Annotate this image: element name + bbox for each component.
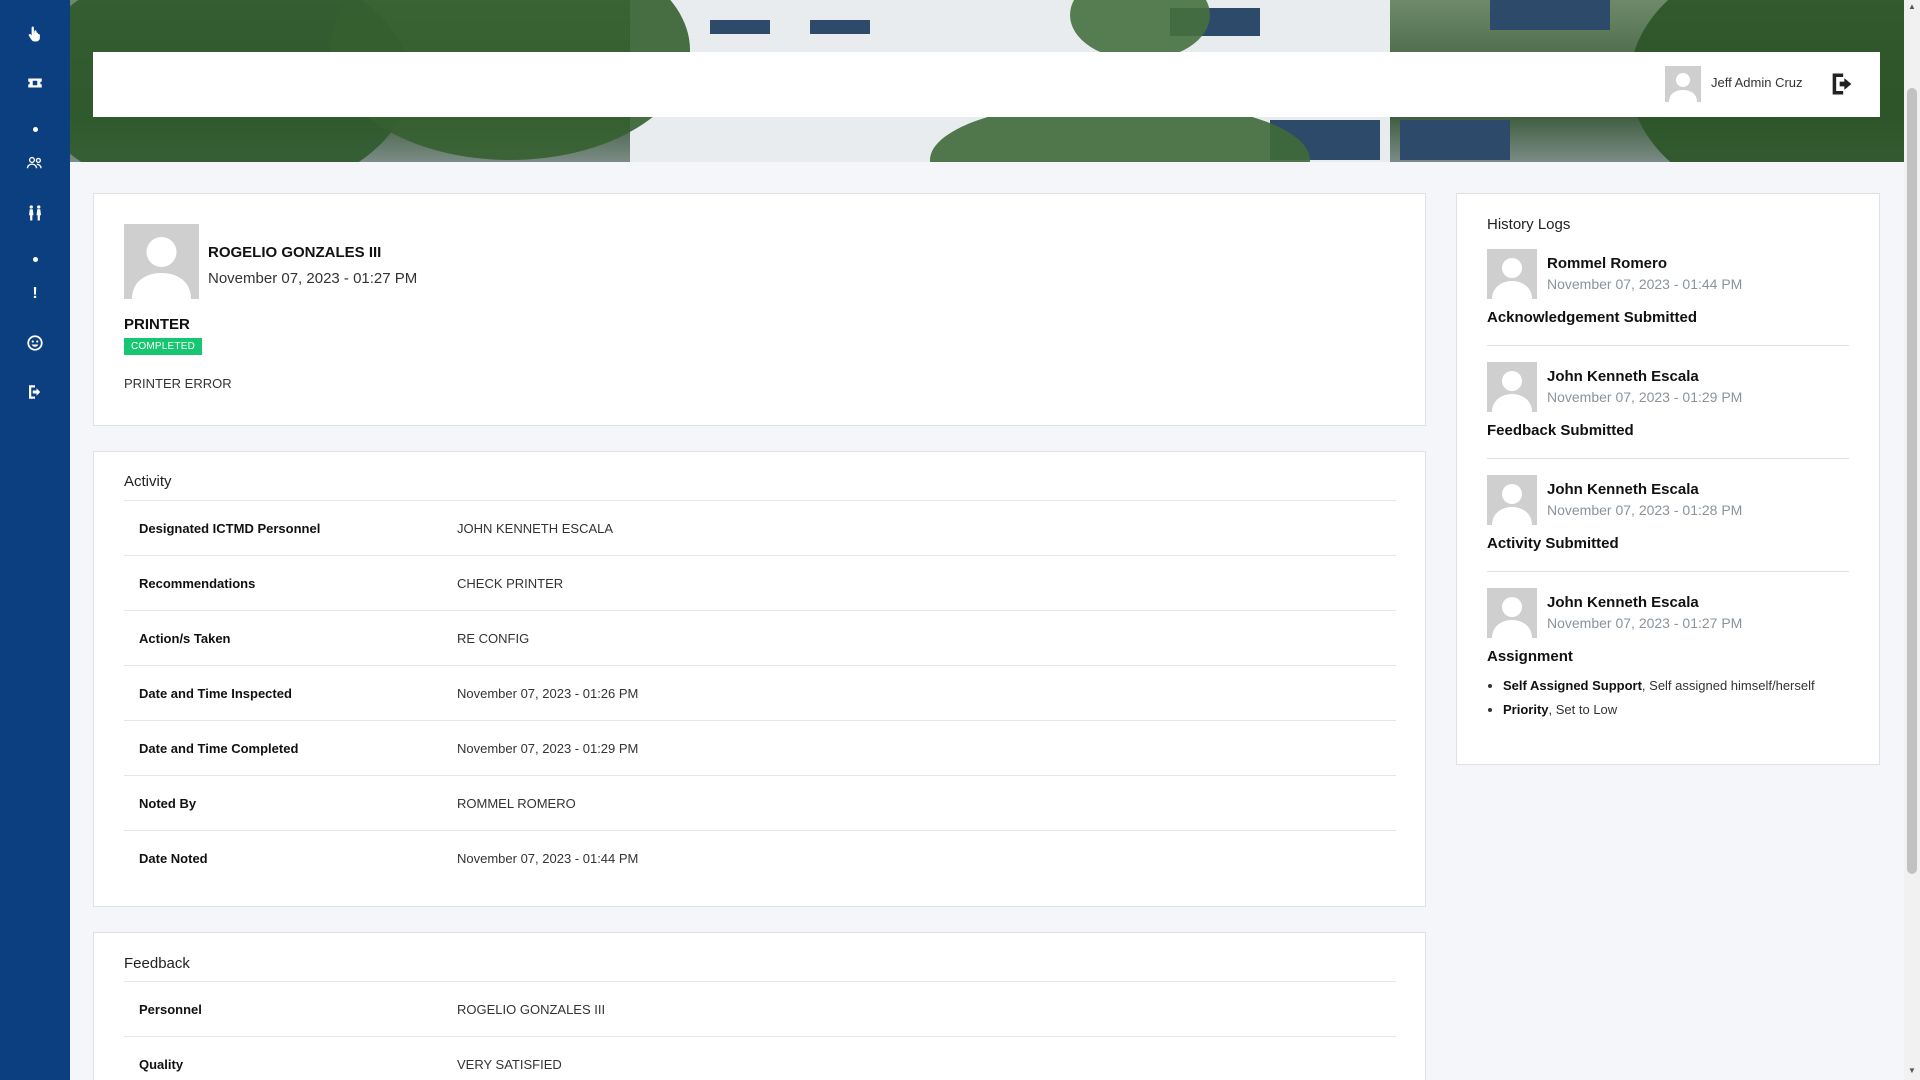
table-row: Personnel ROGELIO GONZALES III: [124, 981, 1396, 1036]
history-avatar: [1487, 362, 1537, 412]
table-row: Quality VERY SATISFIED: [124, 1036, 1396, 1080]
detail-key: Self Assigned Support: [1503, 678, 1642, 693]
divider: [1487, 345, 1849, 346]
history-avatar: [1487, 475, 1537, 525]
restroom-icon[interactable]: [0, 193, 70, 233]
ticket-icon[interactable]: [0, 63, 70, 103]
row-label: Personnel: [139, 1001, 202, 1017]
row-label: Designated ICTMD Personnel: [139, 520, 321, 536]
history-user-name: Rommel Romero: [1547, 255, 1668, 272]
user-name[interactable]: Jeff Admin Cruz: [1711, 75, 1803, 90]
history-action: Assignment: [1487, 648, 1573, 665]
scroll-down-arrow-icon[interactable]: ▼: [1907, 1066, 1917, 1076]
page-scrollbar[interactable]: ▲ ▼: [1904, 0, 1920, 1080]
history-avatar: [1487, 588, 1537, 638]
feedback-table: Personnel ROGELIO GONZALES III Quality V…: [124, 981, 1396, 1080]
row-label: Quality: [139, 1056, 184, 1072]
history-user-name: John Kenneth Escala: [1547, 594, 1699, 611]
history-avatar: [1487, 249, 1537, 299]
row-value: RE CONFIG: [457, 630, 530, 646]
feedback-title: Feedback: [124, 955, 190, 972]
divider: [1487, 571, 1849, 572]
logout-icon[interactable]: [0, 372, 70, 412]
sidebar: !: [0, 0, 70, 1080]
list-item: Priority, Set to Low: [1503, 702, 1815, 717]
table-row: Date and Time Inspected November 07, 202…: [124, 665, 1396, 720]
list-item: Self Assigned Support, Self assigned him…: [1503, 678, 1815, 693]
table-row: Recommendations CHECK PRINTER: [124, 555, 1396, 610]
scroll-up-arrow-icon[interactable]: ▲: [1907, 2, 1917, 12]
users-icon[interactable]: [0, 143, 70, 183]
row-value: JOHN KENNETH ESCALA: [457, 520, 614, 536]
exclamation-icon[interactable]: !: [0, 274, 70, 314]
status-badge: COMPLETED: [124, 338, 203, 355]
row-label: Date and Time Completed: [139, 740, 299, 756]
row-label: Recommendations: [139, 575, 256, 591]
detail-key: Priority: [1503, 702, 1549, 717]
history-title: History Logs: [1487, 216, 1571, 233]
row-value: CHECK PRINTER: [457, 575, 564, 591]
dot-icon: [0, 239, 70, 279]
detail-text: , Set to Low: [1548, 702, 1618, 717]
activity-card: Activity Designated ICTMD Personnel JOHN…: [93, 451, 1426, 907]
history-date: November 07, 2023 - 01:44 PM: [1547, 276, 1743, 292]
user-avatar[interactable]: [1665, 66, 1701, 102]
table-row: Designated ICTMD Personnel JOHN KENNETH …: [124, 500, 1396, 555]
history-action: Acknowledgement Submitted: [1487, 309, 1698, 326]
row-label: Action/s Taken: [139, 630, 231, 646]
request-category: PRINTER: [124, 316, 190, 333]
top-navbar: Jeff Admin Cruz: [93, 52, 1880, 117]
row-value: ROMMEL ROMERO: [457, 795, 576, 811]
history-action: Feedback Submitted: [1487, 422, 1634, 439]
request-date: November 07, 2023 - 01:27 PM: [208, 270, 418, 287]
history-date: November 07, 2023 - 01:29 PM: [1547, 389, 1743, 405]
history-date: November 07, 2023 - 01:27 PM: [1547, 615, 1743, 631]
divider: [1487, 458, 1849, 459]
history-user-name: John Kenneth Escala: [1547, 368, 1699, 385]
hand-pointer-icon[interactable]: [0, 14, 70, 54]
history-user-name: John Kenneth Escala: [1547, 481, 1699, 498]
history-date: November 07, 2023 - 01:28 PM: [1547, 502, 1743, 518]
row-value: November 07, 2023 - 01:26 PM: [457, 685, 639, 701]
requester-avatar: [124, 224, 199, 299]
row-label: Noted By: [139, 795, 197, 811]
detail-text: , Self assigned himself/herself: [1641, 678, 1815, 693]
request-card: ROGELIO GONZALES III November 07, 2023 -…: [93, 193, 1426, 426]
history-action: Activity Submitted: [1487, 535, 1619, 552]
row-label: Date and Time Inspected: [139, 685, 292, 701]
logout-icon[interactable]: [1828, 70, 1856, 98]
row-value: November 07, 2023 - 01:29 PM: [457, 740, 639, 756]
row-label: Date Noted: [139, 850, 208, 866]
request-description: PRINTER ERROR: [124, 376, 232, 391]
feedback-card: Feedback Personnel ROGELIO GONZALES III …: [93, 932, 1426, 1080]
scrollbar-thumb[interactable]: [1907, 88, 1917, 874]
table-row: Action/s Taken RE CONFIG: [124, 610, 1396, 665]
row-value: ROGELIO GONZALES III: [457, 1001, 606, 1017]
activity-table: Designated ICTMD Personnel JOHN KENNETH …: [124, 500, 1396, 885]
table-row: Date and Time Completed November 07, 202…: [124, 720, 1396, 775]
history-details-list: Self Assigned Support, Self assigned him…: [1503, 678, 1815, 726]
requester-name: ROGELIO GONZALES III: [208, 244, 382, 261]
activity-title: Activity: [124, 473, 172, 490]
table-row: Noted By ROMMEL ROMERO: [124, 775, 1396, 830]
row-value: VERY SATISFIED: [457, 1056, 562, 1072]
history-logs-card: History Logs Rommel Romero November 07, …: [1456, 193, 1880, 765]
smile-icon[interactable]: [0, 323, 70, 363]
table-row: Date Noted November 07, 2023 - 01:44 PM: [124, 830, 1396, 885]
row-value: November 07, 2023 - 01:44 PM: [457, 850, 639, 866]
